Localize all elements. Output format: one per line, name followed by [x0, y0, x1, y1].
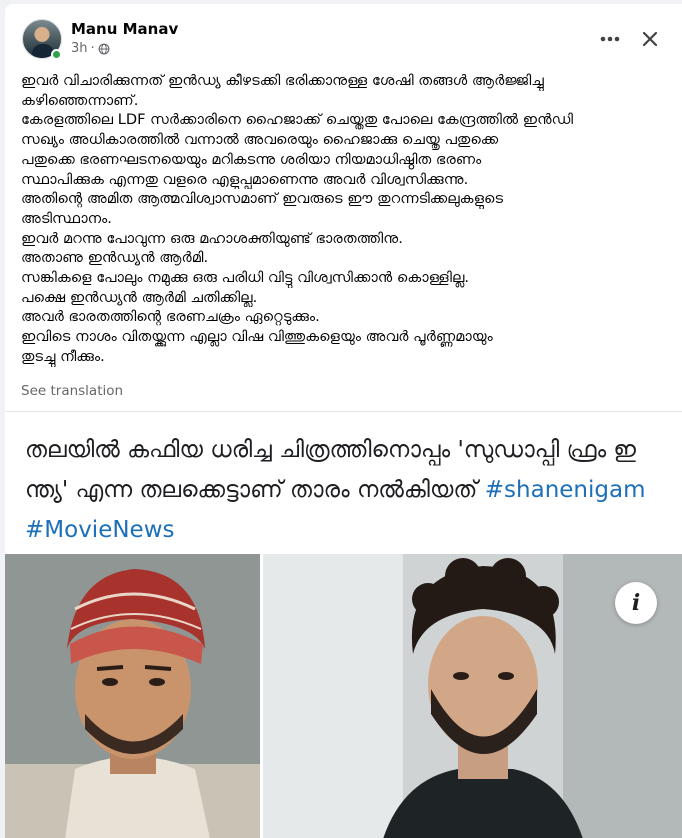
- post-text-line: പക്ഷെ ഇൻഡ്യൻ ആർമി ചതിക്കില്ല.: [21, 288, 258, 306]
- post-text-line: പതുക്കെ ഭരണഘടനയെയും മറികടന്നു ശരിയാ നിയമ…: [21, 150, 482, 168]
- post-text-line: ഇവർ വിചാരിക്കുന്നത് ഇൻഡ്യ കീഴടക്കി ഭരിക്…: [21, 72, 544, 89]
- hashtag-shanenigam[interactable]: #shanenigam: [485, 477, 646, 503]
- globe-icon[interactable]: [98, 43, 110, 55]
- post-text-line: സ്ഥാപിക്കുക എന്നതു വളരെ എളുപ്പമാണെന്നു അ…: [21, 170, 469, 188]
- post-time[interactable]: 3h: [71, 41, 88, 56]
- online-status-dot: [51, 49, 62, 60]
- post-text: ഇവർ വിചാരിക്കുന്നത് ഇൻഡ്യ കീഴടക്കി ഭരിക്…: [21, 71, 671, 367]
- post-text-line: കേരളത്തിലെ LDF സർക്കാരിനെ ഹൈജാക്ക് ചെയ്ത…: [21, 111, 574, 129]
- preview-headline: തലയിൽ കഫിയ ധരിച്ച ചിത്രത്തിനൊപ്പം 'സുഡാപ…: [25, 430, 665, 550]
- see-translation-link[interactable]: See translation: [21, 383, 123, 399]
- headline-line-3: #MovieNews: [25, 510, 665, 550]
- post-text-line: അതിന്റെ അമിത ആത്മവിശ്വാസമാണ് ഇവരുടെ ഈ തു…: [21, 190, 504, 208]
- meta-separator: ·: [90, 41, 95, 56]
- post-text-line: സങ്കികളെ പോലും നമുക്കു ഒരു പരിധി വിട്ടു …: [21, 269, 470, 287]
- man-in-red-keffiyeh-photo[interactable]: [5, 554, 260, 838]
- more-options-button[interactable]: [595, 24, 625, 54]
- hashtag-movienews[interactable]: #MovieNews: [25, 517, 175, 543]
- headline-line-2-text: ന്ത്യ' എന്ന തലക്കെട്ടാണ് താരം നൽകിയത്: [25, 477, 485, 503]
- post-card: Manu Manav 3h · ഇവർ വിചാരിക്കുന്നത് ഇൻഡ്…: [5, 4, 682, 838]
- author-name[interactable]: Manu Manav: [71, 20, 178, 38]
- post-text-line: സഖ്യം അധികാരത്തിൽ വന്നാൽ അവരെയും ഹൈജാക്ക…: [21, 131, 499, 149]
- more-horizontal-icon: [600, 36, 620, 42]
- post-text-line: ഇവർ മറന്നു പോവുന്ന ഒരു മഹാശക്തിയുണ്ട് ഭാ…: [21, 229, 403, 247]
- post-meta: 3h ·: [71, 41, 110, 56]
- link-preview[interactable]: തലയിൽ കഫിയ ധരിച്ച ചിത്രത്തിനൊപ്പം 'സുഡാപ…: [5, 411, 682, 838]
- close-button[interactable]: [635, 24, 665, 54]
- post-text-line: അടിസ്ഥാനം.: [21, 209, 112, 227]
- close-icon: [642, 31, 658, 47]
- post-text-line: അതാണു ഇൻഡ്യൻ ആർമി.: [21, 249, 209, 267]
- headline-line-1: തലയിൽ കഫിയ ധരിച്ച ചിത്രത്തിനൊപ്പം 'സുഡാപ…: [25, 437, 636, 463]
- post-text-line: കഴിഞ്ഞെന്നാണ്.: [21, 91, 139, 109]
- left-photo-illustration: [5, 554, 260, 838]
- post-text-line: ഇവിടെ നാശം വിതയ്ക്കുന്ന എല്ലാ വിഷ വിത്തു…: [21, 328, 493, 346]
- info-icon: i: [631, 590, 641, 616]
- post-text-line: അവർ ഭാരതത്തിന്റെ ഭരണചക്രം ഏറ്റെടുക്കും.: [21, 308, 320, 326]
- post-text-line: തുടച്ചു നീക്കും.: [21, 347, 105, 365]
- info-button[interactable]: i: [615, 582, 657, 624]
- headline-line-2: ന്ത്യ' എന്ന തലക്കെട്ടാണ് താരം നൽകിയത് #s…: [25, 470, 665, 510]
- post-header: Manu Manav 3h ·: [5, 4, 682, 70]
